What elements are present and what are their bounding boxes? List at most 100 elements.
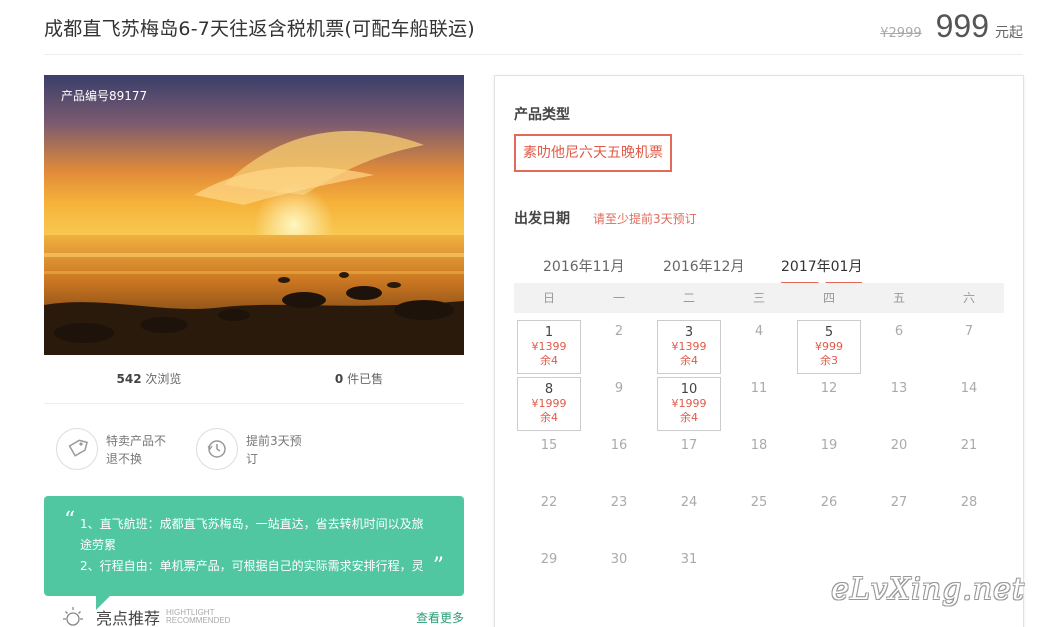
weekday-label: 五: [892, 291, 905, 305]
calendar-day: 6: [867, 320, 931, 374]
calendar-day: 16: [587, 434, 651, 488]
calendar-day: 9: [587, 377, 651, 431]
departure-date-note: 请至少提前3天预订: [593, 212, 697, 226]
calendar-day: 29: [517, 548, 581, 602]
calendar-day: 4: [727, 320, 791, 374]
calendar-day-available[interactable]: 10 ¥1999 余4: [657, 377, 721, 431]
calendar-day: 20: [867, 434, 931, 488]
day-number: 15: [540, 438, 558, 453]
weekday-label: 六: [962, 291, 975, 305]
day-stock: 余3: [820, 354, 838, 367]
page-title: 成都直飞苏梅岛6-7天往返含税机票(可配车船联运): [44, 18, 475, 40]
day-number: 27: [890, 495, 908, 510]
day-number: 30: [610, 552, 628, 567]
calendar-day: 14: [937, 377, 1001, 431]
day-number: 13: [890, 381, 908, 396]
calendar-day: 13: [867, 377, 931, 431]
day-number: 22: [540, 495, 558, 510]
day-number: 28: [960, 495, 978, 510]
day-number: 3: [684, 325, 694, 340]
calendar-day: 15: [517, 434, 581, 488]
day-number: 18: [750, 438, 768, 453]
feature-no-refund: 特卖产品不 退不换: [56, 428, 176, 470]
calendar-day: 30: [587, 548, 651, 602]
day-number: 19: [820, 438, 838, 453]
calendar-day: 24: [657, 491, 721, 545]
product-type-label: 产品类型: [514, 107, 570, 123]
day-number: 23: [610, 495, 628, 510]
price-unit: 元起: [995, 25, 1023, 41]
calendar-day: 28: [937, 491, 1001, 545]
day-price: ¥1999: [671, 397, 707, 410]
day-price: ¥999: [815, 340, 843, 353]
day-number: 5: [824, 325, 834, 340]
calendar-day-available[interactable]: 3 ¥1399 余4: [657, 320, 721, 374]
sold-count: 0: [334, 372, 344, 386]
day-number: 24: [680, 495, 698, 510]
product-type-option[interactable]: 素叻他尼六天五晚机票: [514, 134, 672, 172]
calendar-day: 11: [727, 377, 791, 431]
day-stock: 余4: [680, 411, 698, 424]
day-number: 29: [540, 552, 558, 567]
sold-label: 件已售: [343, 372, 384, 386]
calendar-day: 17: [657, 434, 721, 488]
views-stat: 542 次浏览: [44, 370, 254, 403]
calendar-day-available[interactable]: 1 ¥1399 余4: [517, 320, 581, 374]
day-stock: 余4: [540, 411, 558, 424]
current-price: 999: [935, 8, 989, 44]
month-tabs: 2016年11月 2016年12月 2017年01月: [514, 256, 1004, 285]
feature-text: 特卖产品不 退不换: [106, 434, 167, 466]
day-number: 25: [750, 495, 768, 510]
tag-icon: [56, 428, 98, 470]
header-divider: [44, 54, 1023, 55]
calendar-day: 25: [727, 491, 791, 545]
open-quote-icon: “: [64, 508, 76, 533]
tab-month-3[interactable]: 2017年01月: [781, 256, 863, 285]
calendar-day-available[interactable]: 8 ¥1999 余4: [517, 377, 581, 431]
original-price: ¥2999: [880, 26, 922, 41]
calendar-day-available[interactable]: 5 ¥999 余3: [797, 320, 861, 374]
day-number: 2: [614, 324, 624, 339]
day-price: ¥1399: [671, 340, 707, 353]
weekday-label: 二: [682, 291, 695, 305]
see-more-link[interactable]: 查看更多: [416, 609, 464, 626]
highlight-line-2: 2、行程自由：单机票产品，可根据自己的实际需求安排行程，灵: [80, 559, 424, 573]
day-number: 9: [614, 381, 624, 396]
sold-stat: 0 件已售: [254, 370, 464, 403]
day-number: 4: [754, 324, 764, 339]
calendar-day: 18: [727, 434, 791, 488]
day-number: 26: [820, 495, 838, 510]
day-number: 12: [820, 381, 838, 396]
tab-month-1[interactable]: 2016年11月: [543, 256, 624, 282]
calendar-day: 26: [797, 491, 861, 545]
sun-icon: [63, 607, 83, 626]
day-price: ¥1999: [531, 397, 567, 410]
clock-icon: [196, 428, 238, 470]
tab-month-2[interactable]: 2016年12月: [663, 256, 744, 282]
weekday-header: 日 一 二 三 四 五 六: [514, 283, 1004, 313]
highlight-line-1: 1、直飞航班：成都直飞苏梅岛，一站直达，省去转机时间以及旅途劳累: [80, 517, 424, 552]
calendar-day: 21: [937, 434, 1001, 488]
day-price: ¥1399: [531, 340, 567, 353]
calendar-day: 23: [587, 491, 651, 545]
day-number: 20: [890, 438, 908, 453]
calendar-day: 12: [797, 377, 861, 431]
close-quote-icon: ”: [432, 554, 444, 579]
product-photo[interactable]: 产品编号89177: [44, 75, 464, 355]
departure-date-label: 出发日期: [514, 211, 570, 227]
day-number: 1: [544, 325, 554, 340]
weekday-label: 四: [822, 291, 835, 305]
day-stock: 余4: [680, 354, 698, 367]
day-number: 8: [544, 382, 554, 397]
price-block: ¥2999 999 元起: [880, 8, 1023, 45]
feature-list: 特卖产品不 退不换 提前3天预 订: [56, 428, 316, 470]
calendar-day: 27: [867, 491, 931, 545]
highlights-box: “ 1、直飞航班：成都直飞苏梅岛，一站直达，省去转机时间以及旅途劳累 2、行程自…: [44, 496, 464, 610]
stats-bar: 542 次浏览 0 件已售: [44, 370, 464, 404]
day-stock: 余4: [540, 354, 558, 367]
views-count: 542: [116, 372, 142, 386]
product-number: 产品编号89177: [61, 89, 148, 103]
day-number: 10: [680, 382, 698, 397]
day-number: 17: [680, 438, 698, 453]
product-page: 成都直飞苏梅岛6-7天往返含税机票(可配车船联运) ¥2999 999 元起 产…: [0, 0, 1037, 627]
